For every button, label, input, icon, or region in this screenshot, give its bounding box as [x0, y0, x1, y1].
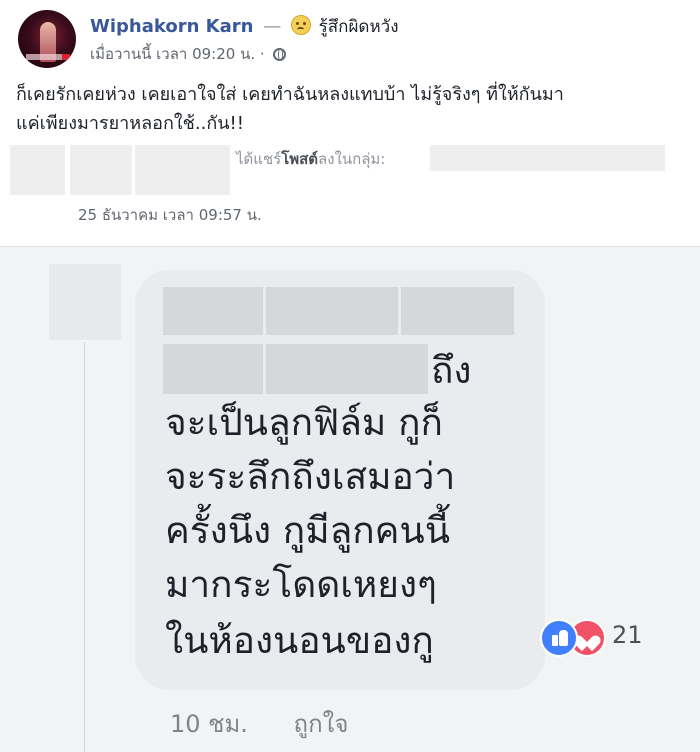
globe-icon[interactable] — [273, 48, 287, 61]
reaction-count: 21 — [612, 621, 643, 649]
avatar-caption-strip — [26, 54, 62, 60]
comment-like-button[interactable]: ถูกใจ — [294, 710, 349, 738]
comment-text-line: ในห้องนอนของกู — [165, 619, 434, 662]
post-card: Wiphakorn Karn — รู้สึกผิดหวัง เมื่อวานน… — [0, 0, 700, 246]
redacted-commenter-name — [266, 287, 398, 335]
shared-date[interactable]: 25 ธันวาคม เวลา 09:57 น. — [78, 203, 262, 227]
redacted-commenter-name — [401, 287, 514, 335]
header-separator: — — [263, 16, 282, 37]
comment-text-line: จะเป็นลูกฟิล์ม กูก็ — [165, 401, 443, 444]
shared-to-group-text: ได้แชร์โพสต์ลงในกลุ่ม: — [236, 147, 385, 171]
comment-bubble: ถึง จะเป็นลูกฟิล์ม กูก็ จะระลึกถึงเสมอว่… — [135, 270, 545, 690]
post-timestamp[interactable]: เมื่อวานนี้ เวลา 09:20 น. · — [90, 45, 265, 63]
comment-time[interactable]: 10 ชม. — [170, 710, 248, 738]
shared-prefix: ได้แชร์ — [236, 150, 282, 168]
post-meta: เมื่อวานนี้ เวลา 09:20 น. · — [90, 42, 287, 66]
shared-suffix: ลงในกลุ่ม: — [318, 150, 386, 168]
redacted-comment-text — [266, 344, 428, 394]
post-text-line: แค่เพียงมารยาหลอกใช้..กัน!! — [16, 113, 244, 134]
redacted-name-block — [135, 145, 230, 195]
reply-thread-line — [84, 342, 85, 752]
post-header: Wiphakorn Karn — รู้สึกผิดหวัง — [90, 13, 399, 40]
comment-text-line: ถึง — [431, 349, 472, 392]
feeling-label[interactable]: รู้สึกผิดหวัง — [319, 17, 399, 37]
commenter-avatar-redacted[interactable] — [49, 264, 121, 340]
redacted-commenter-name — [163, 287, 263, 335]
redacted-avatar — [10, 145, 65, 195]
shared-post-link[interactable]: โพสต์ — [281, 150, 318, 168]
like-icon — [540, 619, 578, 657]
avatar-live-badge — [62, 54, 70, 60]
author-avatar[interactable] — [18, 10, 76, 68]
redacted-comment-text — [163, 344, 263, 394]
author-name[interactable]: Wiphakorn Karn — [90, 16, 253, 37]
sad-face-emoji-icon — [290, 15, 311, 35]
comment-text-line: มากระโดดเหยงๆ — [165, 563, 437, 606]
redacted-name-block — [70, 145, 132, 195]
comment-actions: 10 ชม. ถูกใจ — [170, 704, 348, 743]
redacted-group-name — [430, 145, 665, 171]
comment-text-line: จะระลึกถึงเสมอว่า — [165, 455, 456, 498]
comment-text-line: ครั้งนึง กูมีลูกคนนี้ — [165, 509, 451, 552]
comment-section: ถึง จะเป็นลูกฟิล์ม กูก็ จะระลึกถึงเสมอว่… — [0, 247, 700, 752]
post-body: ก็เคยรักเคยห่วง เคยเอาใจใส่ เคยทำฉันหลงแ… — [16, 80, 696, 138]
post-text-line: ก็เคยรักเคยห่วง เคยเอาใจใส่ เคยทำฉันหลงแ… — [16, 84, 564, 105]
